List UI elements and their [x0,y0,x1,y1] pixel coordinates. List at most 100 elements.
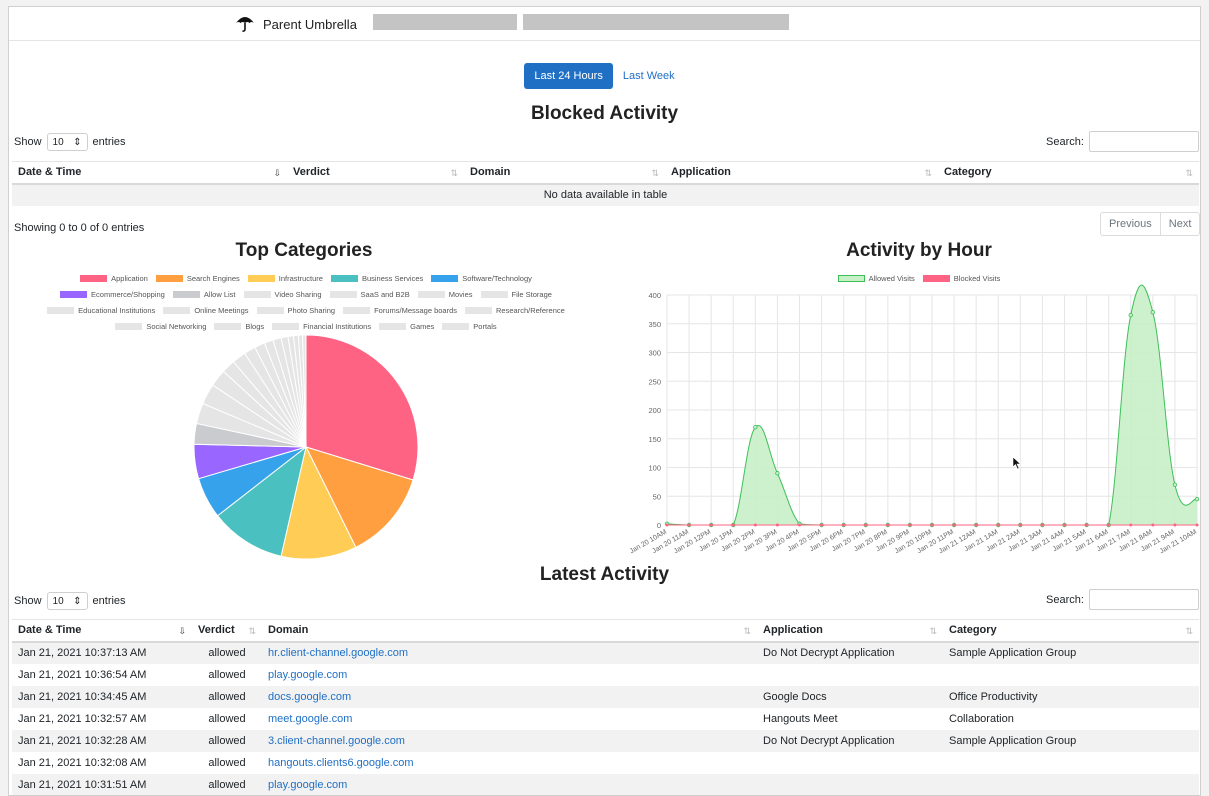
last-week-button[interactable]: Last Week [613,63,685,89]
column-header-category[interactable]: Category ⇅ [938,161,1199,185]
sort-icon: ⇅ [1185,626,1193,636]
cell-domain[interactable]: 3.client-channel.google.com [262,729,757,752]
cell-application: Do Not Decrypt Application [757,729,943,752]
legend-item[interactable]: SaaS and B2B [329,287,410,302]
sort-icon: ⇅ [929,626,937,636]
next-button[interactable]: Next [1159,213,1200,235]
search-input[interactable] [1088,589,1199,610]
blocked-visits-point[interactable] [952,523,956,527]
column-header-application[interactable]: Application ⇅ [665,161,938,185]
blocked-visits-point[interactable] [753,523,757,527]
table-row[interactable]: Jan 21, 2021 10:34:45 AM allowed docs.goog… [12,685,1199,708]
legend-item[interactable]: Allow List [172,287,236,302]
blocked-show-entries: Show 10 ⇕ entries [14,133,126,151]
legend-item[interactable]: Portals [442,319,497,334]
legend-item[interactable]: Video Sharing [243,287,322,302]
last-24-hours-button[interactable]: Last 24 Hours [524,63,613,89]
blocked-visits-point[interactable] [731,523,735,527]
blocked-visits-point[interactable] [974,523,978,527]
allowed-visits-point[interactable] [1150,310,1156,315]
search-input[interactable] [1088,131,1199,152]
blocked-visits-point[interactable] [1063,523,1066,527]
legend-item[interactable]: Business Services [330,271,423,286]
table-row[interactable]: Jan 21, 2021 10:32:08 AM allowed hangouts.… [12,752,1199,774]
legend-item[interactable]: Online Meetings [163,303,249,318]
cell-domain[interactable]: play.google.com [262,664,757,686]
column-header-domain[interactable]: Domain ⇅ [464,161,665,185]
y-tick-label: 400 [648,291,661,300]
table-row[interactable]: Jan 21, 2021 10:32:28 AM allowed 3.client-… [12,729,1199,752]
show-label: Show [14,136,42,148]
allowed-visits-point[interactable] [753,425,758,430]
brand[interactable]: Parent Umbrella [235,13,357,36]
legend-item[interactable]: Research/Reference [465,303,565,318]
cell-domain[interactable]: meet.google.com [262,708,757,730]
previous-button[interactable]: Previous [1101,213,1160,235]
cell-verdict: allowed [192,685,262,708]
column-header-domain[interactable]: Domain ⇅ [262,619,757,643]
column-header-verdict[interactable]: Verdict ⇅ [192,619,262,643]
blocked-visits-point[interactable] [1085,523,1089,527]
cell-verdict: allowed [208,712,246,725]
cell-domain[interactable]: hr.client-channel.google.com [262,641,757,664]
blocked-visits-point[interactable] [996,523,1000,527]
allowed-visits-point[interactable] [1194,496,1199,502]
blocked-visits-point[interactable] [1040,523,1044,527]
legend-swatch [465,307,493,314]
cell-application: Google Docs [757,685,943,708]
legend-item[interactable]: Software/Technology [431,271,532,286]
blocked-visits-point[interactable] [665,523,669,527]
legend-item[interactable]: Ecommerce/Shopping [60,287,165,302]
select-arrows-icon: ⇕ [73,595,82,607]
legend-swatch [343,307,371,314]
cell-domain[interactable]: docs.google.com [262,685,757,708]
column-header-verdict[interactable]: Verdict ⇅ [287,161,464,185]
allowed-visits-point[interactable] [1172,482,1178,487]
legend-item[interactable]: Search Engines [155,271,240,286]
legend-item[interactable]: File Storage [480,287,552,302]
blocked-visits-point[interactable] [1018,523,1022,527]
blocked-visits-point[interactable] [1107,523,1111,527]
blocked-visits-point[interactable] [1151,523,1155,527]
blocked-visits-point[interactable] [1173,523,1177,527]
column-header-date[interactable]: Date & Time ⇩ [12,161,287,185]
empty-message: No data available in table [12,183,1199,206]
blocked-visits-point[interactable] [687,523,691,527]
entries-select[interactable]: 10 ⇕ [46,133,88,151]
entries-select[interactable]: 10 ⇕ [46,592,88,610]
blocked-visits-point[interactable] [709,523,713,527]
table-row[interactable]: Jan 21, 2021 10:32:57 AM allowed meet.goog… [12,708,1199,730]
table-row[interactable]: Jan 21, 2021 10:36:54 AM allowed play.goog… [12,664,1199,686]
table-row[interactable]: Jan 21, 2021 10:31:51 AM allowed play.goog… [12,773,1199,795]
legend-item[interactable]: Photo Sharing [256,303,335,318]
blocked-visits-point[interactable] [775,523,779,527]
legend-item[interactable]: Movies [417,287,473,302]
blocked-visits-point[interactable] [798,523,801,527]
blocked-visits-point[interactable] [820,523,824,527]
legend-item[interactable]: Forums/Message boards [343,303,457,318]
legend-label: Infrastructure [278,274,323,283]
blocked-visits-point[interactable] [908,523,912,527]
legend-item[interactable]: Educational Institutions [47,303,155,318]
allowed-visits-point[interactable] [775,471,780,476]
allowed-visits-point[interactable] [1128,312,1133,318]
cell-domain[interactable]: hangouts.clients6.google.com [262,752,757,774]
blocked-visits-point[interactable] [886,523,890,527]
blocked-visits-point[interactable] [1129,523,1133,527]
search-label: Search: [1046,135,1084,148]
blocked-visits-point[interactable] [1195,523,1199,527]
blocked-visits-point[interactable] [864,523,868,527]
cell-verdict: allowed [208,668,246,681]
cell-domain[interactable]: play.google.com [262,773,757,795]
table-row[interactable]: Jan 21, 2021 10:37:13 AM allowed hr.client… [12,641,1199,664]
column-header-application[interactable]: Application ⇅ [757,619,943,643]
blocked-visits-point[interactable] [842,523,846,527]
legend-item[interactable]: Application [80,271,148,286]
blocked-visits-point[interactable] [930,523,934,527]
pie-chart [193,334,419,560]
legend-item[interactable]: Infrastructure [247,271,323,286]
column-header-category[interactable]: Category ⇅ [943,619,1199,643]
cell-category [943,752,1199,774]
umbrella-icon [235,13,255,36]
column-header-date[interactable]: Date & Time ⇩ [12,619,192,643]
